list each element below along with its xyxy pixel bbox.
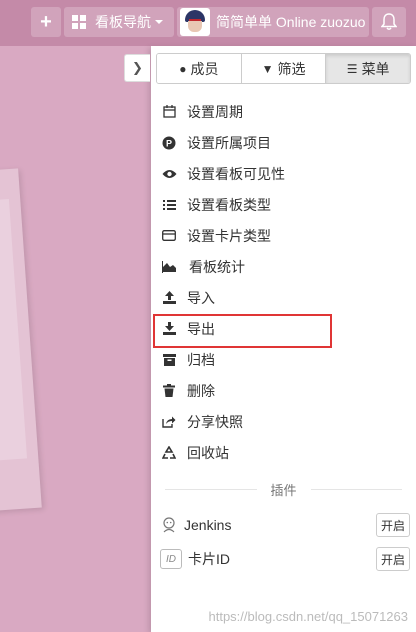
area-chart-icon <box>161 259 177 275</box>
panel-tabs: ● 成员 ▼ 筛选 ☰ 菜单 <box>156 53 411 84</box>
menu-item-set-visibility[interactable]: 设置看板可见性 <box>151 158 416 189</box>
enable-card-id-button[interactable]: 开启 <box>376 547 410 571</box>
menu-item-label: 看板统计 <box>189 258 245 275</box>
eye-icon <box>161 166 177 182</box>
menu-item-label: 设置所属项目 <box>187 134 271 151</box>
chevron-right-icon: ❯ <box>132 60 143 75</box>
menu-item-label: 设置卡片类型 <box>187 227 271 244</box>
tab-menu[interactable]: ☰ 菜单 <box>326 54 410 83</box>
svg-text:P: P <box>166 138 172 148</box>
tab-members-label: 成员 <box>190 60 219 77</box>
share-icon <box>161 414 177 430</box>
plugins-section-label: 插件 <box>151 480 416 498</box>
menu-item-set-card-type[interactable]: 设置卡片类型 <box>151 220 416 251</box>
menu-icon: ☰ <box>346 61 358 76</box>
menu-item-label: 删除 <box>187 382 215 399</box>
menu-item-label: 设置看板类型 <box>187 196 271 213</box>
menu-item-set-cycle[interactable]: 设置周期 <box>151 96 416 127</box>
menu-item-label: 分享快照 <box>187 413 243 430</box>
bell-icon <box>381 13 397 30</box>
top-bar: + 看板导航 简简单单 Online zuozuo <box>0 0 416 46</box>
menu-item-archive[interactable]: 归档 <box>151 344 416 375</box>
board-nav-label: 看板导航 <box>95 14 151 30</box>
user-icon: ● <box>179 61 187 76</box>
id-icon-text: ID <box>166 553 176 565</box>
plugin-jenkins: Jenkins 开启 <box>151 512 416 538</box>
user-menu[interactable]: 简简单单 Online zuozuo <box>177 7 369 37</box>
menu-item-share-snapshot[interactable]: 分享快照 <box>151 406 416 437</box>
menu-item-set-project[interactable]: P 设置所属项目 <box>151 127 416 158</box>
user-name: 简简单单 Online zuozuo <box>216 14 366 30</box>
notification-button[interactable] <box>372 7 406 37</box>
watermark: https://blog.csdn.net/qq_15071263 <box>208 609 409 624</box>
tab-filter[interactable]: ▼ 筛选 <box>241 54 327 83</box>
list-icon <box>161 197 177 213</box>
caret-down-icon <box>155 20 163 24</box>
jenkins-icon <box>160 516 178 534</box>
menu-item-label: 设置周期 <box>187 103 243 120</box>
avatar <box>180 8 210 36</box>
menu-item-label: 回收站 <box>187 444 229 461</box>
menu-item-label: 归档 <box>187 351 215 368</box>
tab-members[interactable]: ● 成员 <box>157 54 242 83</box>
menu-item-set-board-type[interactable]: 设置看板类型 <box>151 189 416 220</box>
menu-item-export[interactable]: 导出 <box>151 313 416 344</box>
project-icon: P <box>161 135 177 151</box>
card-icon <box>161 228 177 244</box>
enable-jenkins-button[interactable]: 开启 <box>376 513 410 537</box>
menu-item-label: 设置看板可见性 <box>187 165 285 182</box>
archive-icon <box>161 352 177 368</box>
tab-filter-label: 筛选 <box>277 60 306 77</box>
menu-item-import[interactable]: 导入 <box>151 282 416 313</box>
plugins-section-title: 插件 <box>270 482 297 498</box>
plugin-card-id-label: 卡片ID <box>188 551 230 567</box>
panel-menu: 设置周期 P 设置所属项目 设置看板可见性 设置看板类型 设置卡片类型 看板统计 <box>151 96 416 468</box>
filter-icon: ▼ <box>261 61 274 76</box>
plugin-jenkins-label: Jenkins <box>184 517 232 533</box>
collapse-panel-button[interactable]: ❯ <box>124 54 150 82</box>
menu-item-label: 导入 <box>187 289 215 306</box>
add-button[interactable]: + <box>31 7 61 37</box>
download-icon <box>161 321 177 337</box>
plugin-card-id: ID 卡片ID 开启 <box>151 546 416 572</box>
menu-item-label: 导出 <box>187 320 215 337</box>
upload-icon <box>161 290 177 306</box>
calendar-icon <box>161 104 177 120</box>
menu-item-delete[interactable]: 删除 <box>151 375 416 406</box>
grid-icon <box>72 15 86 29</box>
id-icon: ID <box>160 549 182 569</box>
trash-icon <box>161 383 177 399</box>
board-nav-dropdown[interactable]: 看板导航 <box>64 7 174 37</box>
recycle-icon <box>161 445 177 461</box>
menu-item-board-stats[interactable]: 看板统计 <box>151 251 416 282</box>
menu-item-recycle-bin[interactable]: 回收站 <box>151 437 416 468</box>
tab-menu-label: 菜单 <box>361 60 390 77</box>
